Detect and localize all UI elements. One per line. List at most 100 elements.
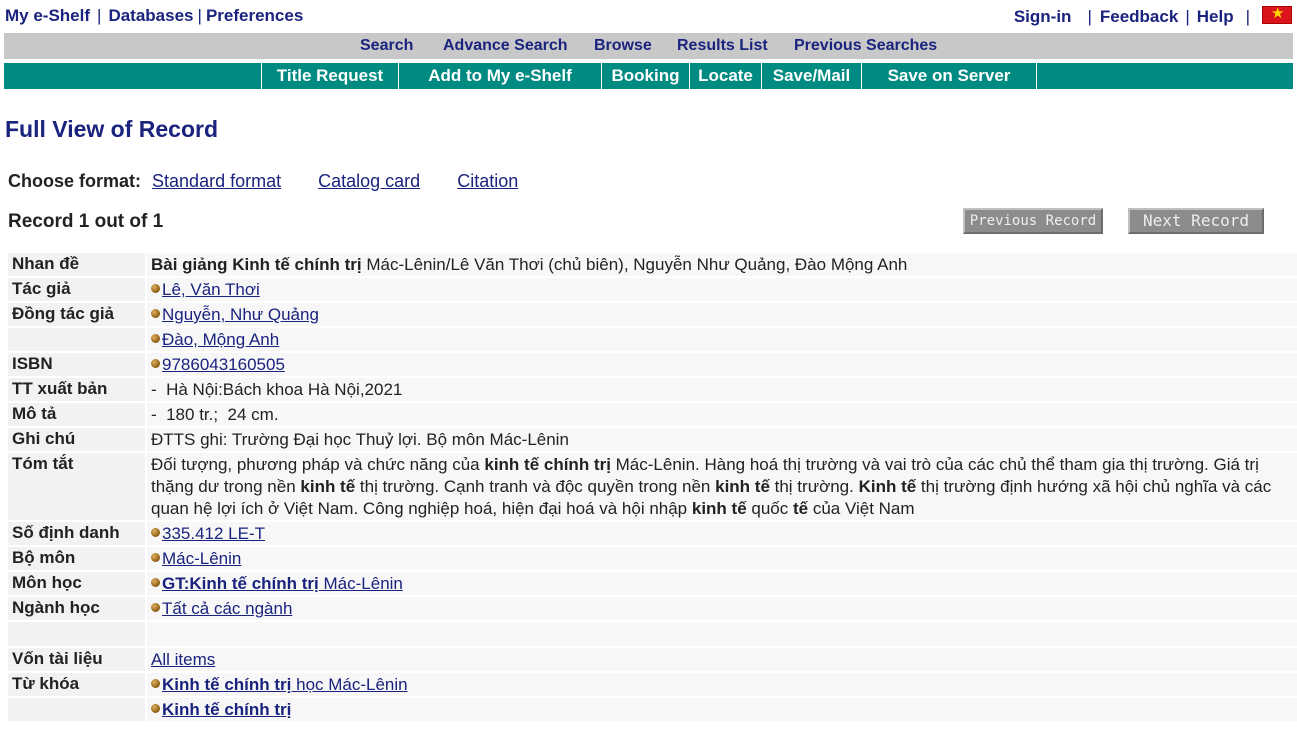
summary-line: quan hệ lợi ích ở Việt Nam. Công nghiệp … [151,498,1297,520]
main-nav-bar: Search Advance Search Browse Results Lis… [4,33,1293,59]
vietnam-flag-icon[interactable]: ★ [1262,5,1292,24]
page-title: Full View of Record [5,116,218,142]
call-number-link[interactable]: 335.412 LE-T [162,524,265,543]
my-eshelf-link[interactable]: My e-Shelf [5,6,90,25]
bullet-icon [151,704,160,713]
databases-link[interactable]: Databases [108,6,193,25]
summary-text: thị trường. Cạnh tranh và độc quyền tron… [355,477,716,496]
department-value: Mác-Lênin [147,547,1297,570]
record-row-department: Bộ môn Mác-Lênin [8,547,1297,572]
top-links-right: Sign-in | Feedback | Help | ★ [1014,5,1292,27]
empty-value [147,622,1297,646]
call-number-value: 335.412 LE-T [147,522,1297,545]
summary-text: thặng dư trong nền [151,477,301,496]
keyword-value: Kinh tế chính trị [147,698,1297,721]
preferences-link[interactable]: Preferences [206,6,303,25]
record-row-coauthor: Đồng tác giả Nguyễn, Như Quảng [8,303,1297,328]
summary-value: Đối tượng, phương pháp và chức năng của … [147,453,1297,520]
field-label: Từ khóa [8,673,145,696]
summary-keyword: Kinh tế [858,477,917,496]
field-label-empty [8,328,145,351]
course-link[interactable]: GT:Kinh tế chính trị Mác-Lênin [162,574,403,593]
citation-link[interactable]: Citation [457,171,518,191]
all-items-link[interactable]: All items [151,650,215,669]
summary-text: Đối tượng, phương pháp và chức năng của [151,455,485,474]
format-chooser: Choose format: Standard format Catalog c… [8,171,550,192]
standard-format-link[interactable]: Standard format [152,171,281,191]
bullet-icon [151,528,160,537]
note-value: ĐTTS ghi: Trường Đại học Thuỷ lợi. Bộ mô… [147,428,1297,451]
bullet-icon [151,309,160,318]
keyword-bold: Kinh tế chính trị [162,700,292,719]
field-label-empty [8,698,145,721]
course-rest: Mác-Lênin [318,574,403,593]
keyword-rest: học Mác-Lênin [291,675,408,694]
nav-browse[interactable]: Browse [594,37,652,55]
coauthor-value: Nguyễn, Như Quảng [147,303,1297,326]
record-row-keywords: Từ khóa Kinh tế chính trị học Mác-Lênin [8,673,1297,698]
feedback-link[interactable]: Feedback [1100,7,1178,26]
record-row-author: Tác giả Lê, Văn Thơi [8,278,1297,303]
keyword-link[interactable]: Kinh tế chính trị [162,700,291,719]
booking-button[interactable]: Booking [601,63,689,89]
nav-search[interactable]: Search [360,37,413,55]
sign-in-link[interactable]: Sign-in [1014,7,1072,26]
bullet-icon [151,578,160,587]
bullet-icon [151,334,160,343]
field-label: Ghi chú [8,428,145,451]
author-link[interactable]: Lê, Văn Thơi [162,280,260,299]
next-record-button[interactable]: Next Record [1128,208,1264,234]
nav-previous-searches[interactable]: Previous Searches [794,37,937,55]
isbn-link[interactable]: 9786043160505 [162,355,285,374]
title-bold: Bài giảng Kinh tế chính trị [151,255,362,274]
record-row-call-number: Số định danh 335.412 LE-T [8,522,1297,547]
field-label: Tác giả [8,278,145,301]
field-label: TT xuất bản [8,378,145,401]
summary-text: Mác-Lênin. Hàng hoá thị trường và vai tr… [610,455,1259,474]
bullet-icon [151,603,160,612]
title-request-button[interactable]: Title Request [261,63,398,89]
record-row-course: Môn học GT:Kinh tế chính trị Mác-Lênin [8,572,1297,597]
save-on-server-button[interactable]: Save on Server [861,63,1037,89]
coauthor-link[interactable]: Đào, Mộng Anh [162,330,279,349]
coauthor-link[interactable]: Nguyễn, Như Quảng [162,305,319,324]
locate-button[interactable]: Locate [689,63,761,89]
course-value: GT:Kinh tế chính trị Mác-Lênin [147,572,1297,595]
record-row-note: Ghi chú ĐTTS ghi: Trường Đại học Thuỷ lợ… [8,428,1297,453]
save-mail-button[interactable]: Save/Mail [761,63,861,89]
field-label-empty [8,622,145,646]
field-label: Bộ môn [8,547,145,570]
course-bold: GT:Kinh tế chính trị [162,574,319,593]
record-row-keywords-2: Kinh tế chính trị [8,698,1297,723]
major-value: Tất cả các ngành [147,597,1297,620]
separator: | [197,6,202,25]
nav-advance-search[interactable]: Advance Search [443,37,568,55]
nav-results-list[interactable]: Results List [677,37,768,55]
separator: | [97,6,102,25]
record-row-summary: Tóm tắt Đối tượng, phương pháp và chức n… [8,453,1297,522]
field-label: Mô tả [8,403,145,426]
top-links-left: My e-Shelf | Databases | Preferences [5,6,303,26]
record-row-coauthor-2: Đào, Mộng Anh [8,328,1297,353]
record-row-description: Mô tả - 180 tr.; 24 cm. [8,403,1297,428]
action-bar: Title Request Add to My e-Shelf Booking … [4,63,1293,89]
department-link[interactable]: Mác-Lênin [162,549,241,568]
summary-line: thặng dư trong nền kinh tế thị trường. C… [151,476,1297,498]
keyword-link[interactable]: Kinh tế chính trị học Mác-Lênin [162,675,408,694]
title-value: Bài giảng Kinh tế chính trị Mác-Lênin/Lê… [147,253,1297,276]
keyword-value: Kinh tế chính trị học Mác-Lênin [147,673,1297,696]
summary-text: quan hệ lợi ích ở Việt Nam. Công nghiệp … [151,499,692,518]
bullet-icon [151,553,160,562]
catalog-card-link[interactable]: Catalog card [318,171,420,191]
record-count: Record 1 out of 1 [8,211,164,232]
record-row-publication: TT xuất bản - Hà Nội:Bách khoa Hà Nội,20… [8,378,1297,403]
format-label: Choose format: [8,171,142,191]
summary-text: quốc [746,499,793,518]
record-row-spacer [8,622,1297,648]
summary-keyword: kinh tế [715,477,770,496]
summary-keyword: kinh tế [300,477,356,496]
help-link[interactable]: Help [1197,7,1234,26]
major-link[interactable]: Tất cả các ngành [162,599,292,618]
previous-record-button[interactable]: Previous Record [963,208,1103,234]
add-to-eshelf-button[interactable]: Add to My e-Shelf [398,63,601,89]
